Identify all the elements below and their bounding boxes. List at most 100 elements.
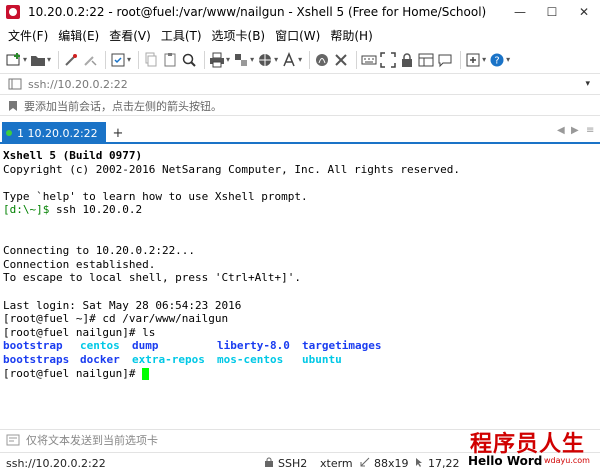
reconnect-icon <box>65 53 78 66</box>
fullscreen-icon <box>380 51 396 68</box>
reconnect-button[interactable] <box>63 49 79 71</box>
terminal-line: [d:\~]$ ssh 10.20.0.2 <box>3 203 600 217</box>
tab-session-1[interactable]: 1 10.20.0.2:22 <box>2 122 106 144</box>
ls-entry: extra-repos <box>132 352 205 366</box>
watermark: 程序员人生 Hello Word wdayu.com <box>466 424 600 472</box>
menu-view[interactable]: 查看(V) <box>109 27 151 44</box>
toolbar-separator <box>356 50 358 69</box>
tab-bar: 1 10.20.0.2:22 + ◀ ▶ ≡ <box>0 120 600 144</box>
find-button[interactable] <box>181 49 197 71</box>
disconnect-button[interactable] <box>82 49 98 71</box>
address-bar[interactable]: ssh://10.20.0.2:22 ▾ <box>0 74 600 95</box>
menu-file[interactable]: 文件(F) <box>8 27 48 44</box>
shell-prompt: [root@fuel nailgun]# <box>3 366 143 380</box>
tab-label: 1 10.20.0.2:22 <box>17 126 98 140</box>
ls-entry: docker <box>80 352 120 366</box>
open-button[interactable]: ▾ <box>30 49 51 71</box>
terminal-area[interactable]: Xshell 5 (Build 0977) Copyright (c) 2002… <box>0 146 600 428</box>
hint-text: 要添加当前会话，点击左侧的箭头按钮。 <box>24 99 222 113</box>
ls-entry: centos <box>80 339 120 353</box>
chat-button[interactable] <box>437 49 453 71</box>
keyboard-icon <box>361 55 377 64</box>
layout-button[interactable] <box>418 49 434 71</box>
paste-button[interactable] <box>162 49 178 71</box>
print-button[interactable]: ▾ <box>209 49 230 71</box>
bookmark-arrow-icon[interactable] <box>8 100 18 112</box>
menu-help[interactable]: 帮助(H) <box>330 27 372 44</box>
title-bar: 10.20.0.2:22 - root@fuel:/var/www/nailgu… <box>0 0 600 24</box>
address-icon <box>8 78 22 90</box>
svg-text:?: ? <box>494 55 499 66</box>
folder-icon <box>31 55 46 66</box>
copy-icon <box>145 52 157 66</box>
terminal-line: Last login: Sat May 28 06:54:23 2016 <box>3 298 242 312</box>
new-session-button[interactable]: ▾ <box>6 49 27 71</box>
tab-prev-button[interactable]: ◀ <box>557 125 565 136</box>
compose-text: 仅将文本发送到当前选项卡 <box>26 433 158 447</box>
toolbar-separator <box>309 50 311 69</box>
terminal-line: Connecting to 10.20.0.2:22... <box>3 244 196 258</box>
xftp-button[interactable] <box>314 49 330 71</box>
new-tab-button[interactable]: + <box>110 124 126 142</box>
menu-tabs[interactable]: 选项卡(B) <box>212 27 266 44</box>
font-button[interactable]: ▾ <box>281 49 302 71</box>
help-button[interactable]: ? ▾ <box>489 49 510 71</box>
close-button[interactable]: ✕ <box>568 0 600 24</box>
menu-edit[interactable]: 编辑(E) <box>58 27 99 44</box>
globe-button[interactable]: ▾ <box>257 49 278 71</box>
watermark-url: wdayu.com <box>544 456 590 465</box>
add-icon <box>466 53 480 66</box>
chat-icon <box>438 54 452 67</box>
maximize-button[interactable]: ☐ <box>536 0 568 24</box>
xmanager-icon <box>335 53 347 66</box>
globe-icon <box>259 53 272 66</box>
menu-window[interactable]: 窗口(W) <box>275 27 320 44</box>
properties-button[interactable]: ▾ <box>110 49 131 71</box>
new-session-icon <box>6 52 20 65</box>
lock-icon <box>264 457 274 470</box>
transfer-button[interactable]: ▾ <box>233 49 254 71</box>
add-button[interactable]: ▾ <box>465 49 486 71</box>
chevron-down-icon[interactable]: ▾ <box>585 79 590 89</box>
toolbar-separator <box>138 50 140 69</box>
ls-entry: mos-centos <box>217 352 284 366</box>
ls-entry: targetimages <box>302 339 382 353</box>
xmanager-button[interactable] <box>333 49 349 71</box>
fullscreen-button[interactable] <box>380 49 396 71</box>
menu-tools[interactable]: 工具(T) <box>161 27 202 44</box>
copy-button[interactable] <box>143 49 159 71</box>
toolbar-separator <box>204 50 206 69</box>
session-hint-bar: 要添加当前会话，点击左侧的箭头按钮。 <box>0 96 600 116</box>
terminal-line: [root@fuel ~]# cd /var/www/nailgun <box>3 312 229 326</box>
terminal-line: Connection established. <box>3 257 156 271</box>
tab-menu-button[interactable]: ≡ <box>586 125 594 136</box>
ls-entry: bootstraps <box>3 352 70 366</box>
window-controls: — ☐ ✕ <box>504 0 600 24</box>
layout-icon <box>418 53 434 66</box>
local-prompt: [d:\~]$ <box>3 203 56 217</box>
window-title: 10.20.0.2:22 - root@fuel:/var/www/nailgu… <box>28 5 487 19</box>
toolbar-separator <box>58 50 60 69</box>
xshell-app-icon[interactable] <box>6 5 20 19</box>
terminal-scrollbar[interactable] <box>591 146 600 428</box>
ls-entry: liberty-8.0 <box>217 339 290 353</box>
status-size: 88x19 <box>374 457 409 470</box>
size-icon <box>360 457 370 470</box>
transfer-icon <box>235 53 248 66</box>
lock-button[interactable] <box>399 49 415 71</box>
minimize-button[interactable]: — <box>504 0 536 24</box>
paste-icon <box>164 52 176 66</box>
terminal-line: To escape to local shell, press 'Ctrl+Al… <box>3 271 302 285</box>
ls-entry: bootstrap <box>3 339 63 353</box>
compose-icon <box>6 434 20 445</box>
tab-next-button[interactable]: ▶ <box>571 125 579 136</box>
ls-entry: ubuntu <box>302 352 342 366</box>
terminal-line: Xshell 5 (Build 0977) <box>3 149 143 162</box>
address-input[interactable]: ssh://10.20.0.2:22 <box>28 78 128 91</box>
keyboard-button[interactable] <box>361 49 377 71</box>
cursor-pos-icon <box>414 457 424 470</box>
toolbar-separator <box>460 50 462 69</box>
